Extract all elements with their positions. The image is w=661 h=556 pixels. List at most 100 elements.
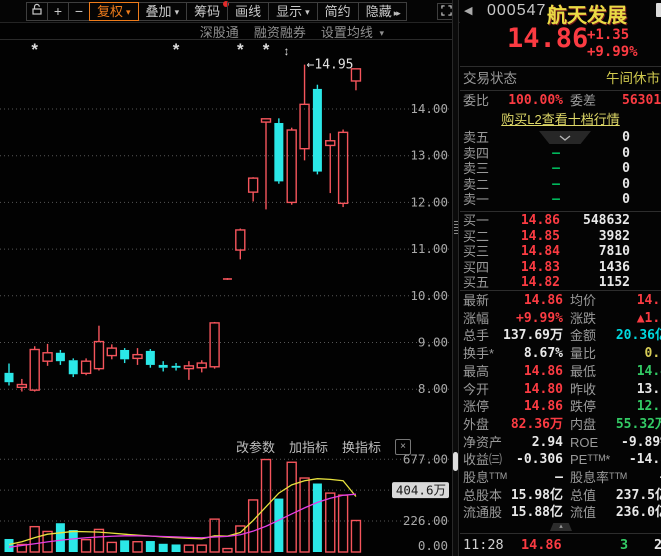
buy-row[interactable]: 买一 14.86 548632 (460, 213, 661, 229)
volume-bar[interactable] (80, 538, 92, 553)
toolbar-button-1[interactable]: 叠加 ▾ (137, 1, 188, 21)
toolbar-button-5[interactable]: 简约 (316, 1, 359, 21)
candle[interactable] (337, 129, 349, 208)
volume-bar[interactable] (286, 461, 297, 553)
volume-bar[interactable] (247, 499, 259, 553)
buy-volume: 7810 (598, 244, 630, 260)
scrollbar-thumb[interactable] (453, 452, 458, 471)
candle[interactable] (247, 177, 259, 202)
sell-row[interactable]: 卖四 — 0 (460, 146, 661, 162)
volume-bar[interactable] (274, 498, 284, 552)
candle[interactable] (145, 349, 155, 368)
sell-row[interactable]: 卖一 — 0 (460, 192, 661, 208)
buy-row[interactable]: 买五 14.82 1152 (460, 275, 661, 291)
candle[interactable] (325, 133, 336, 194)
volume-bar[interactable] (106, 541, 118, 553)
candle[interactable] (312, 84, 322, 175)
splitter-grip-icon[interactable] (454, 221, 458, 234)
price-axis-label: 8.00 (418, 381, 448, 396)
buy-l2-link[interactable]: 购买L2查看十档行情 (460, 111, 661, 129)
toolbar-button-label: 简约 (324, 3, 351, 19)
volume-bar[interactable] (120, 540, 130, 552)
lock-button[interactable] (26, 1, 48, 21)
volume-bar[interactable] (260, 458, 272, 553)
candle[interactable] (274, 118, 284, 184)
volume-bar[interactable] (4, 538, 14, 552)
candle[interactable] (299, 64, 310, 161)
ma-settings-button[interactable]: 设置均线 ▾ (321, 22, 384, 41)
volume-bar[interactable] (312, 483, 322, 553)
collapse-stats-handle[interactable]: ▴ (550, 523, 572, 531)
candle[interactable] (68, 358, 78, 378)
stat-label: 换手* (463, 346, 495, 362)
candle[interactable] (93, 325, 105, 371)
volume-bar[interactable] (158, 543, 168, 552)
volume-bar[interactable] (325, 492, 336, 553)
candle[interactable] (260, 118, 272, 210)
buy-row[interactable]: 买四 14.83 1436 (460, 260, 661, 276)
last-price: 14.86 (507, 23, 589, 54)
candle[interactable] (209, 321, 220, 369)
back-arrow-icon[interactable]: ◀ (464, 4, 472, 17)
candle[interactable] (120, 348, 130, 364)
candlestick-chart[interactable]: 14.00 13.00 12.00 11.00 10.00 9.00 8.00 * * * * ↕ ←1… (0, 40, 460, 435)
change-params-button[interactable]: 改参数 (236, 437, 275, 456)
candle[interactable] (4, 363, 14, 386)
close-indicator-button[interactable]: × (395, 438, 412, 455)
link-margin-trading[interactable]: 融资融券 (254, 22, 306, 41)
quote-panel: ◀ 000547 航天发展 14.86 +1.35 +9.99% 交易状态 午间… (460, 0, 661, 556)
toolbar-button-3[interactable]: 画线 (227, 1, 270, 21)
candle[interactable] (222, 278, 232, 280)
volume-bar[interactable] (337, 494, 349, 553)
stat-value: 12.1 (636, 399, 661, 415)
weibi-value: 100.00% (508, 93, 563, 108)
stat-row: 涨停 14.86 跌停 12.1 (460, 398, 661, 416)
sell-row[interactable]: 卖三 — 0 (460, 161, 661, 177)
volume-bar[interactable] (350, 519, 362, 553)
stat-label: 昨收 (570, 381, 597, 397)
volume-bar[interactable] (183, 544, 195, 553)
candle[interactable] (55, 349, 65, 365)
zoom-in-button[interactable]: + (47, 1, 69, 21)
candle[interactable] (235, 228, 246, 260)
volume-bar[interactable] (222, 547, 233, 553)
stat-label: 涨幅 (463, 310, 490, 326)
stat-value: 137.69万 (503, 328, 563, 344)
candle[interactable] (106, 344, 118, 360)
candle[interactable] (80, 358, 92, 376)
volume-bar[interactable] (55, 523, 65, 552)
volume-bar[interactable] (145, 541, 155, 552)
candle[interactable] (183, 361, 195, 380)
candle[interactable] (42, 343, 53, 366)
candle[interactable] (132, 348, 143, 365)
add-indicator-button[interactable]: 加指标 (289, 437, 328, 456)
candle[interactable] (286, 127, 297, 205)
toolbar-button-4[interactable]: 显示 ▾ (268, 1, 318, 21)
toolbar-button-0[interactable]: 复权 ▾ (89, 1, 139, 21)
panel-splitter[interactable] (452, 0, 459, 556)
candle[interactable] (171, 363, 181, 371)
tick-row[interactable]: 11:28 14.86 3 2 (460, 535, 661, 555)
link-shenguton[interactable]: 深股通 (200, 22, 239, 41)
toolbar-button-2[interactable]: 筹码 (186, 0, 230, 21)
toolbar-button-6[interactable]: 隐藏 ▸▸ (357, 1, 407, 21)
buy-row[interactable]: 买三 14.84 7810 (460, 244, 661, 260)
candle[interactable] (158, 361, 168, 372)
candlestick-pane[interactable]: 14.00 13.00 12.00 11.00 10.00 9.00 8.00 * * * * ↕ ←1… (0, 40, 460, 435)
volume-bar[interactable] (196, 544, 207, 553)
event-marker-icon: * (237, 40, 244, 59)
volume-bar[interactable] (132, 541, 143, 553)
volume-pane[interactable]: 改参数 加指标 换指标 × 677.00 226.00 0.00 404.6万 (0, 435, 460, 556)
zoom-out-button[interactable]: − (68, 1, 90, 21)
sell-volume: 0 (622, 145, 630, 161)
volume-bar[interactable] (171, 544, 181, 552)
sell-row[interactable]: 卖二 — 0 (460, 177, 661, 193)
candle[interactable] (29, 346, 40, 392)
volume-bar[interactable] (68, 530, 78, 552)
buy-row[interactable]: 买二 14.85 3982 (460, 229, 661, 245)
switch-indicator-button[interactable]: 换指标 (342, 437, 381, 456)
candle[interactable] (196, 360, 207, 373)
volume-bar[interactable] (299, 477, 310, 553)
stat-value: 14.86 (523, 293, 563, 308)
volume-bar[interactable] (29, 525, 40, 553)
